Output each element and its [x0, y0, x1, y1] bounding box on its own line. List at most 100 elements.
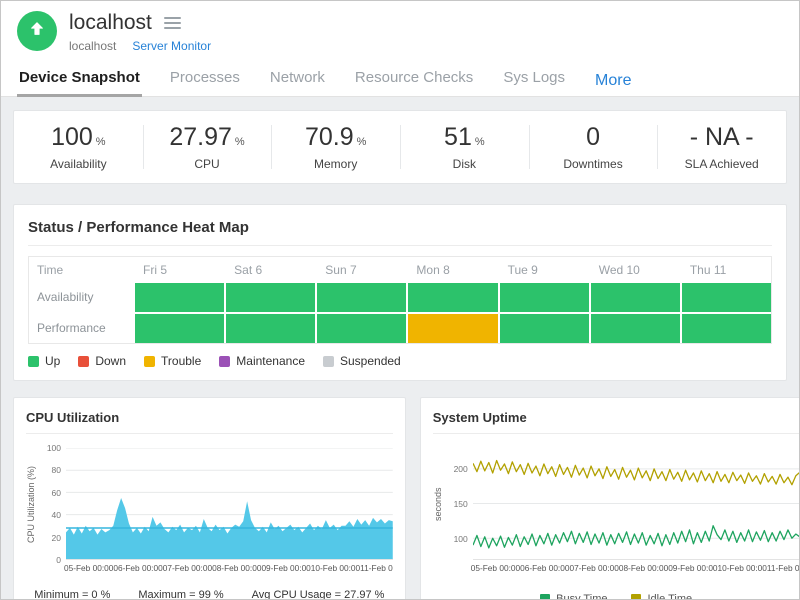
tab-processes[interactable]: Processes — [168, 65, 242, 96]
header: localhost localhost Server Monitor — [1, 1, 799, 53]
legend-down: Down — [78, 354, 126, 368]
tab-resource-checks[interactable]: Resource Checks — [353, 65, 475, 96]
stat-value: 27.97% — [143, 123, 272, 152]
heatmap-title: Status / Performance Heat Map — [28, 215, 772, 246]
system-uptime-card: System Uptime seconds 200 150 100 05-Feb 0… — [420, 397, 800, 600]
heatmap-card: Status / Performance Heat Map TimeFri 5S… — [13, 204, 787, 381]
stat-value: - NA - — [657, 123, 786, 152]
legend-label: Maintenance — [236, 354, 305, 368]
legend-up-swatch — [28, 356, 39, 367]
heatmap-cell-up[interactable] — [226, 283, 315, 312]
uptime-y-ticks: 200 150 100 — [446, 448, 473, 560]
legend-trouble-swatch — [144, 356, 155, 367]
cpu-y-ticks: 100806040200 — [39, 448, 66, 560]
series-legend-label: Busy Time — [556, 593, 607, 600]
cpu-chart-title: CPU Utilization — [26, 408, 393, 434]
cpu-utilization-card: CPU Utilization CPU Utilization (%) 1008… — [13, 397, 406, 600]
stat-downtimes: 0Downtimes — [529, 119, 658, 175]
heatmap-cell-up[interactable] — [317, 314, 406, 343]
heatmap-table: TimeFri 5Sat 6Sun 7Mon 8Tue 9Wed 10Thu 1… — [28, 256, 772, 344]
stats-row: 100%Availability27.97%CPU70.9%Memory51%D… — [13, 110, 787, 184]
stat-number: 51 — [444, 123, 472, 151]
uptime-legend: Busy TimeIdle Time — [433, 593, 800, 600]
heatmap-cell-up[interactable] — [682, 283, 771, 312]
charts-row: CPU Utilization CPU Utilization (%) 1008… — [13, 397, 787, 600]
stat-value: 100% — [14, 123, 143, 152]
heatmap-row-availability: Availability — [29, 283, 771, 312]
x-tick-label: 10-Feb 00:00 — [718, 563, 767, 573]
y-tick-label: 150 — [454, 499, 468, 509]
heatmap-cell-up[interactable] — [135, 283, 224, 312]
heatmap-col-header: Thu 11 — [682, 257, 771, 283]
x-tick-label: 11-Feb 0 — [767, 563, 800, 573]
heatmap-cell-up[interactable] — [317, 283, 406, 312]
uptime-x-ticks: 05-Feb 00:0006-Feb 00:0007-Feb 00:0008-F… — [471, 563, 800, 573]
tab-sys-logs[interactable]: Sys Logs — [501, 65, 567, 96]
stat-value: 0 — [529, 123, 658, 152]
y-tick-label: 40 — [52, 510, 61, 520]
uptime-chart-title: System Uptime — [433, 408, 800, 434]
x-tick-label: 08-Feb 00:00 — [619, 563, 668, 573]
heatmap-cell-up[interactable] — [500, 314, 589, 343]
y-tick-label: 80 — [52, 465, 61, 475]
x-tick-label: 08-Feb 00:00 — [212, 563, 261, 573]
heatmap-cell-up[interactable] — [500, 283, 589, 312]
y-tick-label: 20 — [52, 533, 61, 543]
stat-unit: % — [96, 136, 106, 148]
stat-label: CPU — [143, 157, 272, 171]
heatmap-cell-up[interactable] — [226, 314, 315, 343]
legend-maintenance-swatch — [219, 356, 230, 367]
stat-label: Availability — [14, 157, 143, 171]
cpu-chart-plot — [66, 448, 393, 560]
x-tick-label: 09-Feb 00:00 — [261, 563, 310, 573]
y-tick-label: 200 — [454, 464, 468, 474]
heatmap-cell-up[interactable] — [591, 283, 680, 312]
heatmap-cell-up[interactable] — [408, 283, 497, 312]
stat-number: 27.97 — [169, 123, 232, 151]
stat-label: Memory — [271, 157, 400, 171]
stat-sla-achieved: - NA - SLA Achieved — [657, 119, 786, 175]
heatmap-row-label: Performance — [29, 314, 133, 343]
x-tick-label: 06-Feb 00:00 — [520, 563, 569, 573]
x-tick-label: 07-Feb 00:00 — [163, 563, 212, 573]
uptime-chart-plot — [473, 448, 800, 560]
heatmap-cell-trouble[interactable] — [408, 314, 497, 343]
x-tick-label: 09-Feb 00:00 — [668, 563, 717, 573]
heatmap-row-label: Availability — [29, 283, 133, 312]
tab-network[interactable]: Network — [268, 65, 327, 96]
heatmap-col-header: Fri 5 — [135, 257, 224, 283]
tab-bar: Device Snapshot Processes Network Resource … — [1, 53, 799, 97]
main-content: 100%Availability27.97%CPU70.9%Memory51%D… — [1, 97, 799, 600]
legend-label: Up — [45, 354, 60, 368]
stat-number: - NA - — [690, 123, 754, 151]
series-legend-busy-time: Busy Time — [540, 593, 607, 600]
y-tick-label: 60 — [52, 488, 61, 498]
menu-icon[interactable] — [162, 15, 183, 31]
page-title: localhost — [69, 11, 152, 35]
uptime-y-axis-label: seconds — [433, 448, 446, 560]
legend-suspended-swatch — [323, 356, 334, 367]
stat-cpu: 27.97% CPU — [143, 119, 272, 175]
heatmap-col-header: Sun 7 — [317, 257, 406, 283]
x-tick-label: 10-Feb 00:00 — [311, 563, 360, 573]
stat-unit: % — [475, 136, 485, 148]
breadcrumb-monitor-type-link[interactable]: Server Monitor — [132, 39, 211, 53]
heatmap-cell-up[interactable] — [682, 314, 771, 343]
legend-label: Suspended — [340, 354, 401, 368]
heatmap-legend: UpDownTroubleMaintenanceSuspended — [28, 354, 772, 368]
stat-label: SLA Achieved — [657, 157, 786, 171]
stat-value: 70.9% — [271, 123, 400, 152]
series-swatch — [631, 594, 641, 600]
x-tick-label: 05-Feb 00:00 — [471, 563, 520, 573]
heatmap-col-header: Mon 8 — [408, 257, 497, 283]
legend-maintenance: Maintenance — [219, 354, 305, 368]
tab-more[interactable]: More — [593, 68, 633, 98]
cpu-min-stat: Minimum = 0 % — [34, 589, 110, 600]
stat-unit: % — [357, 136, 367, 148]
y-tick-label: 100 — [454, 534, 468, 544]
breadcrumb-device: localhost — [69, 39, 116, 53]
stat-number: 70.9 — [305, 123, 354, 151]
tab-device-snapshot[interactable]: Device Snapshot — [17, 65, 142, 97]
heatmap-cell-up[interactable] — [591, 314, 680, 343]
heatmap-cell-up[interactable] — [135, 314, 224, 343]
